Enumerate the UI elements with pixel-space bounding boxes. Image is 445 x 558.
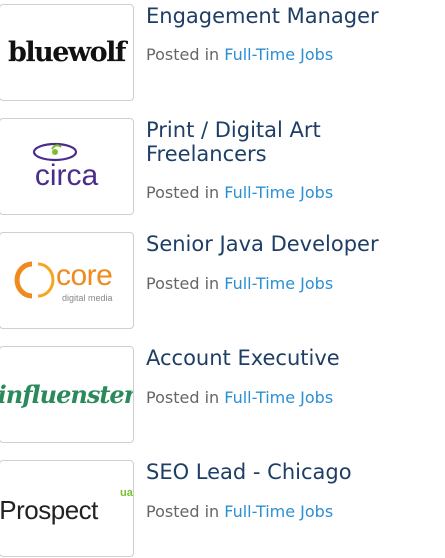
job-meta: Posted in Full-Time Jobs <box>146 502 333 522</box>
job-title[interactable]: SEO Lead - Chicago <box>146 460 436 484</box>
posted-in-label: Posted in <box>146 274 220 293</box>
category-link[interactable]: Full-Time Jobs <box>224 45 333 64</box>
company-logo[interactable]: bluewolf <box>0 4 134 101</box>
posted-in-label: Posted in <box>146 45 220 64</box>
job-title[interactable]: Print / Digital Art Freelancers <box>146 118 436 166</box>
iprospect-logo: iProspect ua <box>0 487 133 525</box>
job-title[interactable]: Engagement Manager <box>146 4 436 28</box>
influenster-logo: influenster <box>0 380 134 409</box>
posted-in-label: Posted in <box>146 502 220 521</box>
company-logo[interactable]: influenster <box>0 346 134 443</box>
category-link[interactable]: Full-Time Jobs <box>224 502 333 521</box>
core-digital-media-logo: core digital media <box>0 233 133 328</box>
job-meta: Posted in Full-Time Jobs <box>146 45 333 65</box>
job-title[interactable]: Account Executive <box>146 346 436 370</box>
category-link[interactable]: Full-Time Jobs <box>224 183 333 202</box>
category-link[interactable]: Full-Time Jobs <box>224 388 333 407</box>
posted-in-label: Posted in <box>146 183 220 202</box>
job-title[interactable]: Senior Java Developer <box>146 232 436 256</box>
bluewolf-logo: bluewolf <box>7 37 127 68</box>
job-meta: Posted in Full-Time Jobs <box>146 274 333 294</box>
company-logo[interactable]: circa <box>0 118 134 215</box>
company-logo[interactable]: iProspect ua <box>0 460 134 557</box>
job-meta: Posted in Full-Time Jobs <box>146 183 333 203</box>
company-logo[interactable]: core digital media <box>0 232 134 329</box>
category-link[interactable]: Full-Time Jobs <box>224 274 333 293</box>
posted-in-label: Posted in <box>146 388 220 407</box>
circa-logo: circa <box>0 119 133 214</box>
job-meta: Posted in Full-Time Jobs <box>146 388 333 408</box>
